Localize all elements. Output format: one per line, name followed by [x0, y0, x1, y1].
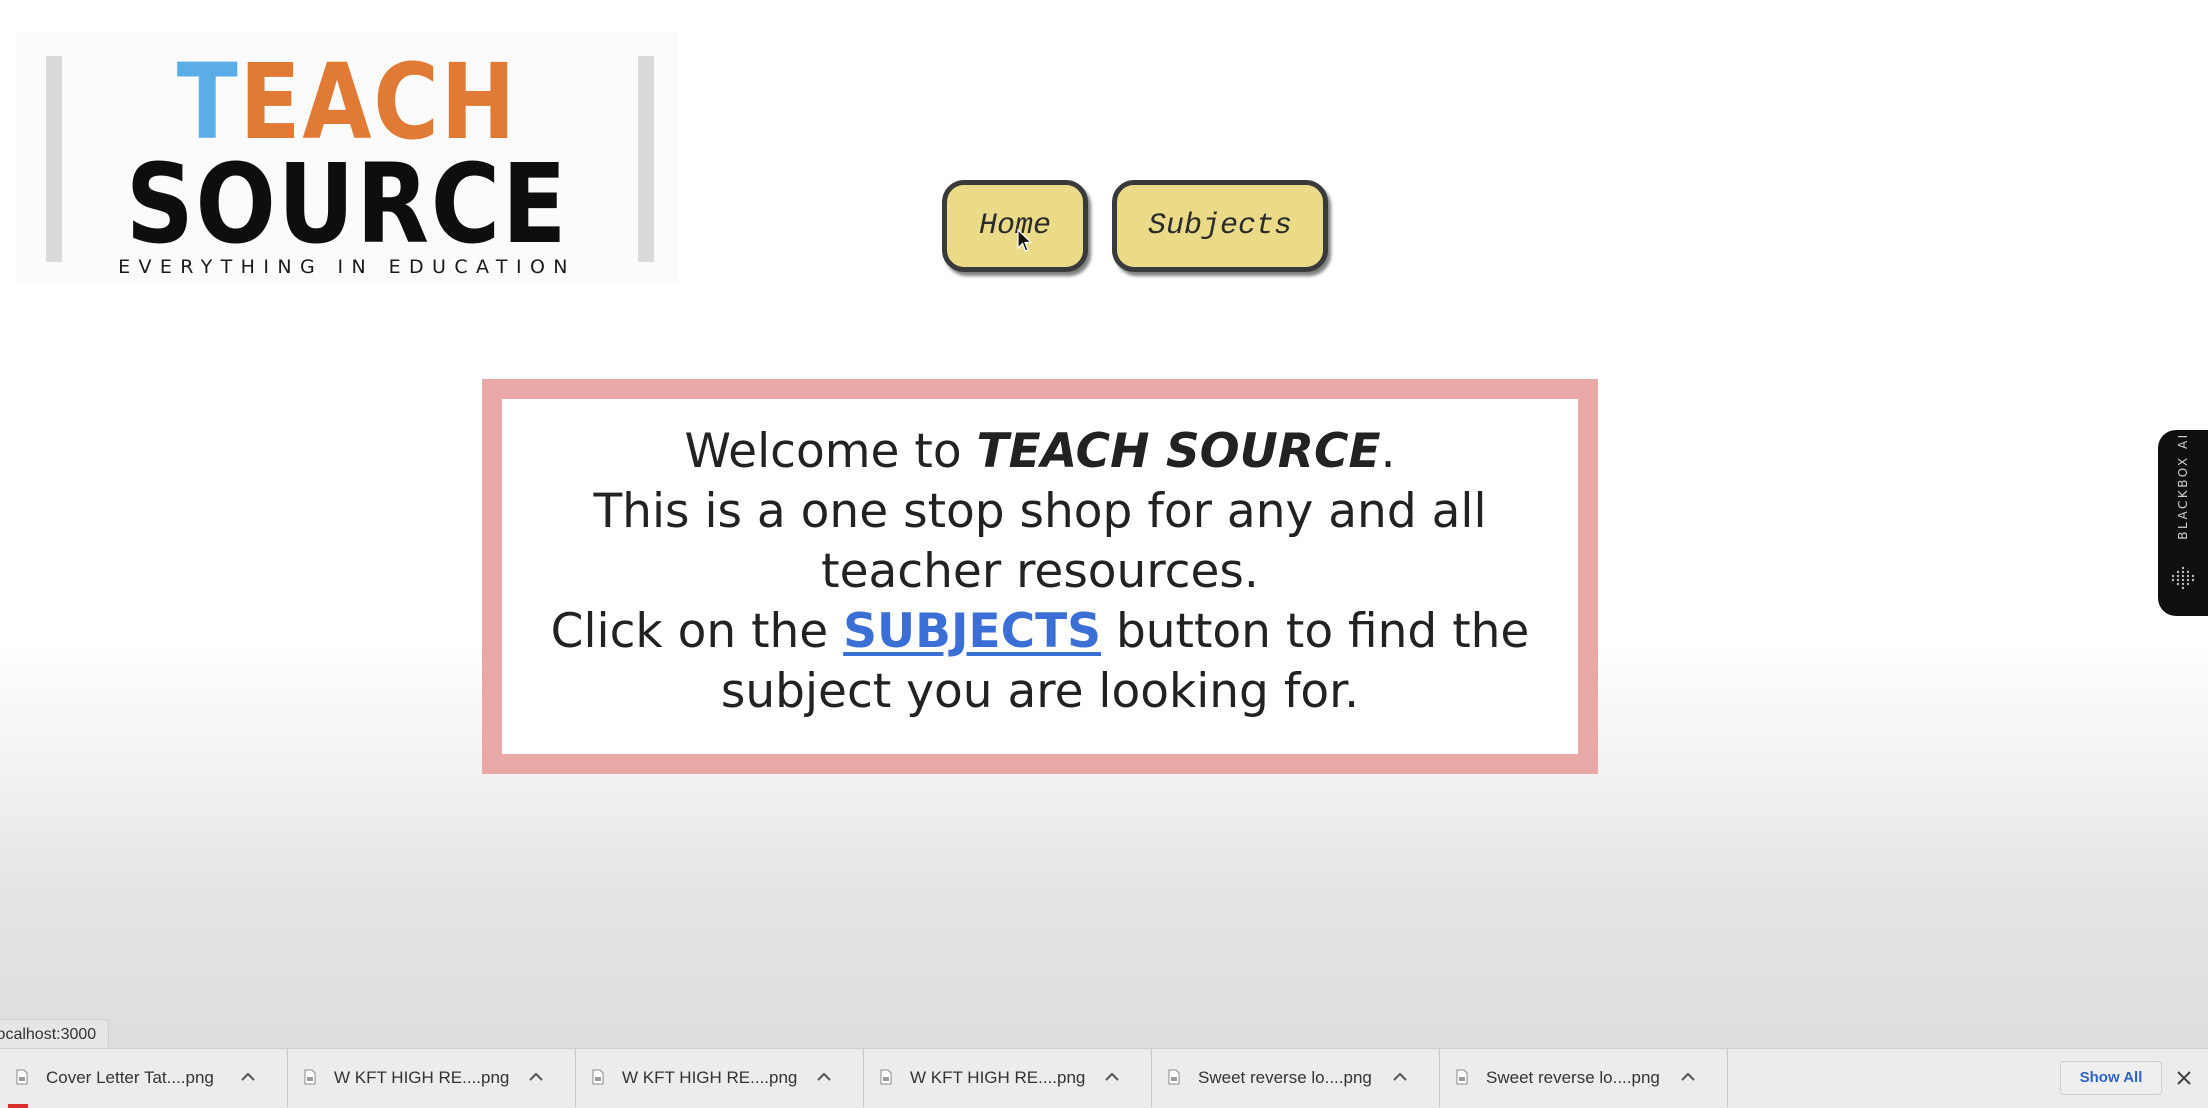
home-button[interactable]: Home [942, 180, 1088, 272]
chevron-up-icon[interactable] [528, 1071, 544, 1083]
download-item[interactable]: W KFT HIGH RE....png [288, 1049, 576, 1107]
logo-tagline: EVERYTHING IN EDUCATION [118, 256, 576, 278]
click-prefix: Click on the [550, 603, 844, 659]
subjects-link[interactable]: SUBJECTS [843, 604, 1101, 659]
download-item-name: Sweet reverse lo....png [1486, 1068, 1660, 1087]
download-item[interactable]: W KFT HIGH RE....png [576, 1049, 864, 1107]
download-item[interactable]: Sweet reverse lo....png [1440, 1049, 1728, 1107]
chevron-up-icon[interactable] [1104, 1071, 1120, 1083]
welcome-text: Welcome to TEACH SOURCE. This is a one s… [520, 422, 1560, 722]
status-url: localhost:3000 [0, 1019, 110, 1051]
welcome-line: Welcome to TEACH SOURCE. [520, 422, 1560, 482]
file-icon [304, 1069, 316, 1085]
file-icon [592, 1069, 604, 1085]
teach-source-logo: TEACH SOURCE EVERYTHING IN EDUCATION [16, 32, 678, 282]
blackbox-ai-label: BLACKBOX AI [2176, 432, 2190, 540]
logo-source-word: SOURCE [125, 140, 569, 268]
welcome-box: Welcome to TEACH SOURCE. This is a one s… [482, 379, 1598, 774]
one-stop-line: This is a one stop shop for any and all … [593, 483, 1487, 599]
chevron-up-icon[interactable] [1680, 1071, 1696, 1083]
chevron-up-icon[interactable] [816, 1071, 832, 1083]
download-item[interactable]: Sweet reverse lo....png [1152, 1049, 1440, 1107]
file-icon [16, 1069, 28, 1085]
brand-name: TEACH SOURCE [976, 423, 1381, 479]
file-icon [1168, 1069, 1180, 1085]
show-all-button[interactable]: Show All [2060, 1061, 2162, 1095]
file-icon [1456, 1069, 1468, 1085]
logo-left-bar [46, 56, 62, 262]
download-item-name: Sweet reverse lo....png [1198, 1068, 1372, 1087]
file-icon [880, 1069, 892, 1085]
blackbox-ai-tab[interactable]: BLACKBOX AI [2158, 430, 2208, 616]
chevron-up-icon[interactable] [1392, 1071, 1408, 1083]
subjects-button[interactable]: Subjects [1112, 180, 1328, 272]
download-item[interactable]: W KFT HIGH RE....png [864, 1049, 1152, 1107]
download-bar: Cover Letter Tat....png W KFT HIGH RE...… [0, 1048, 2208, 1108]
welcome-period: . [1380, 423, 1396, 479]
welcome-prefix: Welcome to [684, 423, 977, 479]
close-icon[interactable] [2174, 1068, 2194, 1088]
download-item[interactable]: Cover Letter Tat....png [0, 1049, 288, 1107]
download-item-name: Cover Letter Tat....png [46, 1068, 214, 1087]
download-item-name: W KFT HIGH RE....png [622, 1068, 798, 1087]
download-item-name: W KFT HIGH RE....png [334, 1068, 510, 1087]
logo-right-bar [638, 56, 654, 262]
chevron-up-icon[interactable] [240, 1071, 256, 1083]
taskbar-accent [8, 1104, 28, 1108]
download-item-name: W KFT HIGH RE....png [910, 1068, 1086, 1087]
mouse-cursor-icon [1017, 229, 1033, 252]
status-url-text: localhost:3000 [0, 1026, 97, 1043]
blackbox-dots-icon [2171, 566, 2195, 590]
click-subjects-line: Click on the SUBJECTS button to find the… [520, 602, 1560, 722]
